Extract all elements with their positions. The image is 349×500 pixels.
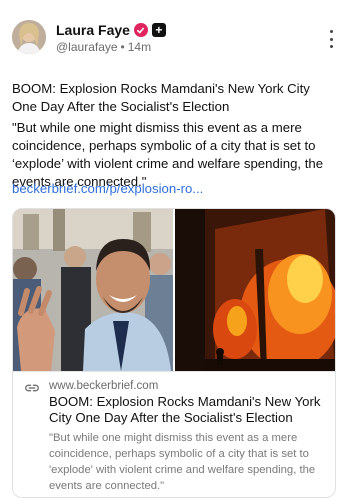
link-preview-images — [13, 209, 335, 371]
post-timestamp: 14m — [127, 40, 152, 54]
link-preview-card[interactable]: www.beckerbrief.com BOOM: Explosion Rock… — [12, 208, 336, 498]
author-meta: @laurafaye • 14m — [56, 40, 151, 54]
post-header: Laura Faye + @laurafaye • 14m — [12, 20, 339, 56]
author-name[interactable]: Laura Faye — [56, 22, 130, 38]
author-handle[interactable]: @laurafaye — [56, 40, 118, 54]
link-preview-title[interactable]: BOOM: Explosion Rocks Mamdani's New York… — [49, 394, 329, 426]
more-options-icon[interactable] — [323, 30, 339, 48]
post-title: BOOM: Explosion Rocks Mamdani's New York… — [12, 81, 310, 114]
post-link[interactable]: beckerbrief.com/p/explosion-ro... — [12, 181, 203, 196]
preview-image-fire — [175, 209, 335, 371]
meta-separator: • — [120, 40, 125, 54]
link-preview-domain: www.beckerbrief.com — [49, 380, 159, 392]
link-icon — [25, 384, 39, 392]
preview-image-man-waving — [13, 209, 173, 371]
plus-badge-icon: + — [151, 23, 166, 37]
avatar[interactable] — [12, 20, 46, 54]
verified-check-icon — [133, 23, 148, 37]
link-preview-body: www.beckerbrief.com BOOM: Explosion Rock… — [13, 371, 335, 497]
post-card: Laura Faye + @laurafaye • 14m BOOM: Explos… — [0, 0, 349, 500]
link-preview-description: "But while one might dismiss this event … — [49, 432, 316, 492]
author-name-row: Laura Faye + — [56, 22, 166, 38]
